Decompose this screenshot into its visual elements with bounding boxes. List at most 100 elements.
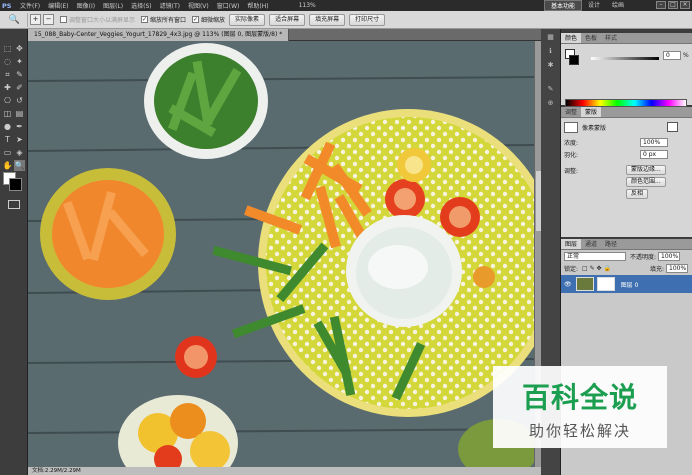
document-tab-bar: 15_088_Baby-Center_Veggies_Yogurt_17829_… bbox=[28, 29, 541, 41]
pen-tool-icon[interactable]: ✒ bbox=[14, 121, 25, 132]
stamp-tool-icon[interactable]: ⎔ bbox=[2, 95, 13, 106]
menu-edit[interactable]: 编辑(E) bbox=[44, 1, 72, 10]
color-value-field[interactable]: 0 bbox=[663, 51, 681, 60]
lasso-tool-icon[interactable]: ◌ bbox=[2, 56, 13, 67]
layer-mask-thumbnail[interactable] bbox=[596, 277, 615, 291]
photo-veggies-yogurt bbox=[28, 41, 534, 467]
masks-panel: 调整 蒙版 像素蒙版 浓度: 100% 羽化: 0 px 调整: 蒙版边缘...… bbox=[561, 107, 692, 237]
checkbox-icon bbox=[60, 16, 67, 23]
app-logo: PS bbox=[2, 1, 12, 10]
resize-window-checkbox[interactable]: 调整窗口大小以满屏显示 bbox=[60, 15, 135, 24]
zoom-out-button[interactable]: − bbox=[43, 14, 54, 25]
eraser-tool-icon[interactable]: ◫ bbox=[2, 108, 13, 119]
watermark-subtitle: 助你轻松解决 bbox=[528, 422, 631, 440]
zoom-in-button[interactable]: + bbox=[30, 14, 41, 25]
layer-name[interactable]: 图层 0 bbox=[621, 280, 639, 289]
actual-pixels-button[interactable]: 实际像素 bbox=[229, 13, 266, 26]
scrubby-zoom-checkbox[interactable]: ✓ 细微缩放 bbox=[192, 15, 225, 24]
menu-bar: PS 文件(F) 编辑(E) 图像(I) 图层(L) 选择(S) 滤镜(T) 视… bbox=[0, 0, 692, 11]
checkmark-icon: ✓ bbox=[192, 16, 200, 23]
blend-mode-select[interactable]: 正常 bbox=[564, 251, 626, 261]
tab-styles[interactable]: 样式 bbox=[601, 33, 621, 43]
gradient-tool-icon[interactable]: ▤ bbox=[14, 108, 25, 119]
document-tab[interactable]: 15_088_Baby-Center_Veggies_Yogurt_17829_… bbox=[28, 29, 290, 41]
mask-edge-row: 调整: 蒙版边缘... bbox=[561, 164, 692, 176]
pixel-mask-icon[interactable] bbox=[667, 122, 678, 132]
workspace-essentials[interactable]: 基本功能 bbox=[543, 0, 582, 11]
color-panel: 颜色 色板 样式 0 % bbox=[561, 33, 692, 107]
zoom-tool-active-icon[interactable]: 🔍 bbox=[14, 160, 25, 171]
masks-panel-tabs: 调整 蒙版 bbox=[561, 107, 692, 118]
invert-button[interactable]: 反相 bbox=[626, 189, 649, 199]
opacity-field[interactable]: 100% bbox=[658, 251, 681, 261]
feather-field[interactable]: 0 px bbox=[640, 149, 668, 159]
tab-layers[interactable]: 图层 bbox=[561, 239, 582, 249]
fill-field[interactable]: 100% bbox=[666, 263, 688, 273]
lock-icons[interactable]: □ ✎ ✥ 🔒 bbox=[582, 265, 611, 272]
layer-thumbnail bbox=[575, 277, 594, 291]
zoom-all-checkbox[interactable]: ✓ 缩放所有窗口 bbox=[141, 15, 186, 24]
hand-tool-icon[interactable]: ✋ bbox=[2, 160, 13, 171]
history-brush-tool-icon[interactable]: ↺ bbox=[14, 95, 25, 106]
menu-filter[interactable]: 滤镜(T) bbox=[156, 1, 184, 10]
close-button[interactable]: × bbox=[680, 1, 690, 9]
minimize-button[interactable]: – bbox=[656, 1, 666, 9]
clone-source-icon[interactable]: ⊕ bbox=[545, 99, 556, 108]
color-slider[interactable] bbox=[591, 57, 659, 60]
window-controls: – □ × bbox=[656, 1, 690, 9]
color-spectrum[interactable] bbox=[565, 99, 687, 107]
color-range-button[interactable]: 颜色范围... bbox=[626, 177, 666, 187]
marquee-tool-icon[interactable]: ⬚ bbox=[2, 43, 13, 54]
tool-presets-icon[interactable]: ✱ bbox=[545, 61, 556, 70]
crop-tool-icon[interactable]: ⌗ bbox=[2, 69, 13, 80]
checkmark-icon: ✓ bbox=[141, 16, 149, 23]
tab-paths[interactable]: 路径 bbox=[601, 239, 621, 249]
menu-help[interactable]: 帮助(H) bbox=[243, 1, 272, 10]
type-tool-icon[interactable]: T bbox=[2, 134, 13, 145]
quick-mask-icon[interactable] bbox=[8, 200, 20, 209]
resize-window-label: 调整窗口大小以满屏显示 bbox=[69, 17, 136, 24]
dodge-tool-icon[interactable]: ● bbox=[2, 121, 13, 132]
zoom-all-label: 缩放所有窗口 bbox=[150, 17, 187, 24]
maximize-button[interactable]: □ bbox=[668, 1, 678, 9]
brush-panel-icon[interactable]: ✎ bbox=[545, 85, 556, 94]
workspace-design[interactable]: 设计 bbox=[582, 0, 606, 11]
3d-tool-icon[interactable]: ◈ bbox=[14, 147, 25, 158]
path-select-tool-icon[interactable]: ➤ bbox=[14, 134, 25, 145]
menu-select[interactable]: 选择(S) bbox=[127, 1, 156, 10]
healing-tool-icon[interactable]: ✚ bbox=[2, 82, 13, 93]
tab-channels[interactable]: 通道 bbox=[581, 239, 601, 249]
background-color-swatch[interactable] bbox=[9, 178, 22, 191]
mask-thumbnail bbox=[564, 121, 578, 133]
menu-image[interactable]: 图像(I) bbox=[73, 1, 99, 10]
menu-window[interactable]: 窗口(W) bbox=[213, 1, 244, 10]
mask-edge-button[interactable]: 蒙版边缘... bbox=[626, 165, 666, 175]
fill-screen-button[interactable]: 填充屏幕 bbox=[309, 13, 346, 26]
eyedropper-tool-icon[interactable]: ✎ bbox=[14, 69, 25, 80]
density-field[interactable]: 100% bbox=[640, 137, 668, 147]
document-canvas[interactable] bbox=[28, 41, 534, 467]
menu-view[interactable]: 视图(V) bbox=[184, 1, 213, 10]
history-panel-icon[interactable]: ▦ bbox=[545, 33, 556, 42]
zoom-tool-icon[interactable]: 🔍 bbox=[2, 12, 28, 27]
move-tool-icon[interactable]: ✥ bbox=[14, 43, 25, 54]
tab-color[interactable]: 颜色 bbox=[561, 33, 582, 43]
workspace-switcher: 基本功能 设计 绘画 bbox=[543, 0, 630, 11]
menu-layer[interactable]: 图层(L) bbox=[99, 1, 127, 10]
brush-tool-icon[interactable]: ✐ bbox=[14, 82, 25, 93]
watermark: 百科全说 助你轻松解决 bbox=[493, 366, 667, 448]
visibility-eye-icon[interactable]: 👁 bbox=[564, 281, 572, 288]
zoom-level[interactable]: 113% bbox=[293, 2, 322, 9]
tab-adjustments[interactable]: 调整 bbox=[561, 107, 581, 117]
menu-file[interactable]: 文件(F) bbox=[16, 1, 44, 10]
fit-screen-button[interactable]: 适合屏幕 bbox=[269, 13, 306, 26]
shape-tool-icon[interactable]: ▭ bbox=[2, 147, 13, 158]
tab-masks[interactable]: 蒙版 bbox=[581, 107, 602, 117]
info-panel-icon[interactable]: ℹ bbox=[545, 47, 556, 56]
print-size-button[interactable]: 打印尺寸 bbox=[349, 13, 386, 26]
background-swatch[interactable] bbox=[569, 55, 579, 65]
workspace-painting[interactable]: 绘画 bbox=[606, 0, 630, 11]
tab-swatches[interactable]: 色板 bbox=[581, 33, 601, 43]
magic-wand-tool-icon[interactable]: ✦ bbox=[14, 56, 25, 67]
layer-row[interactable]: 👁 图层 0 bbox=[561, 275, 692, 293]
